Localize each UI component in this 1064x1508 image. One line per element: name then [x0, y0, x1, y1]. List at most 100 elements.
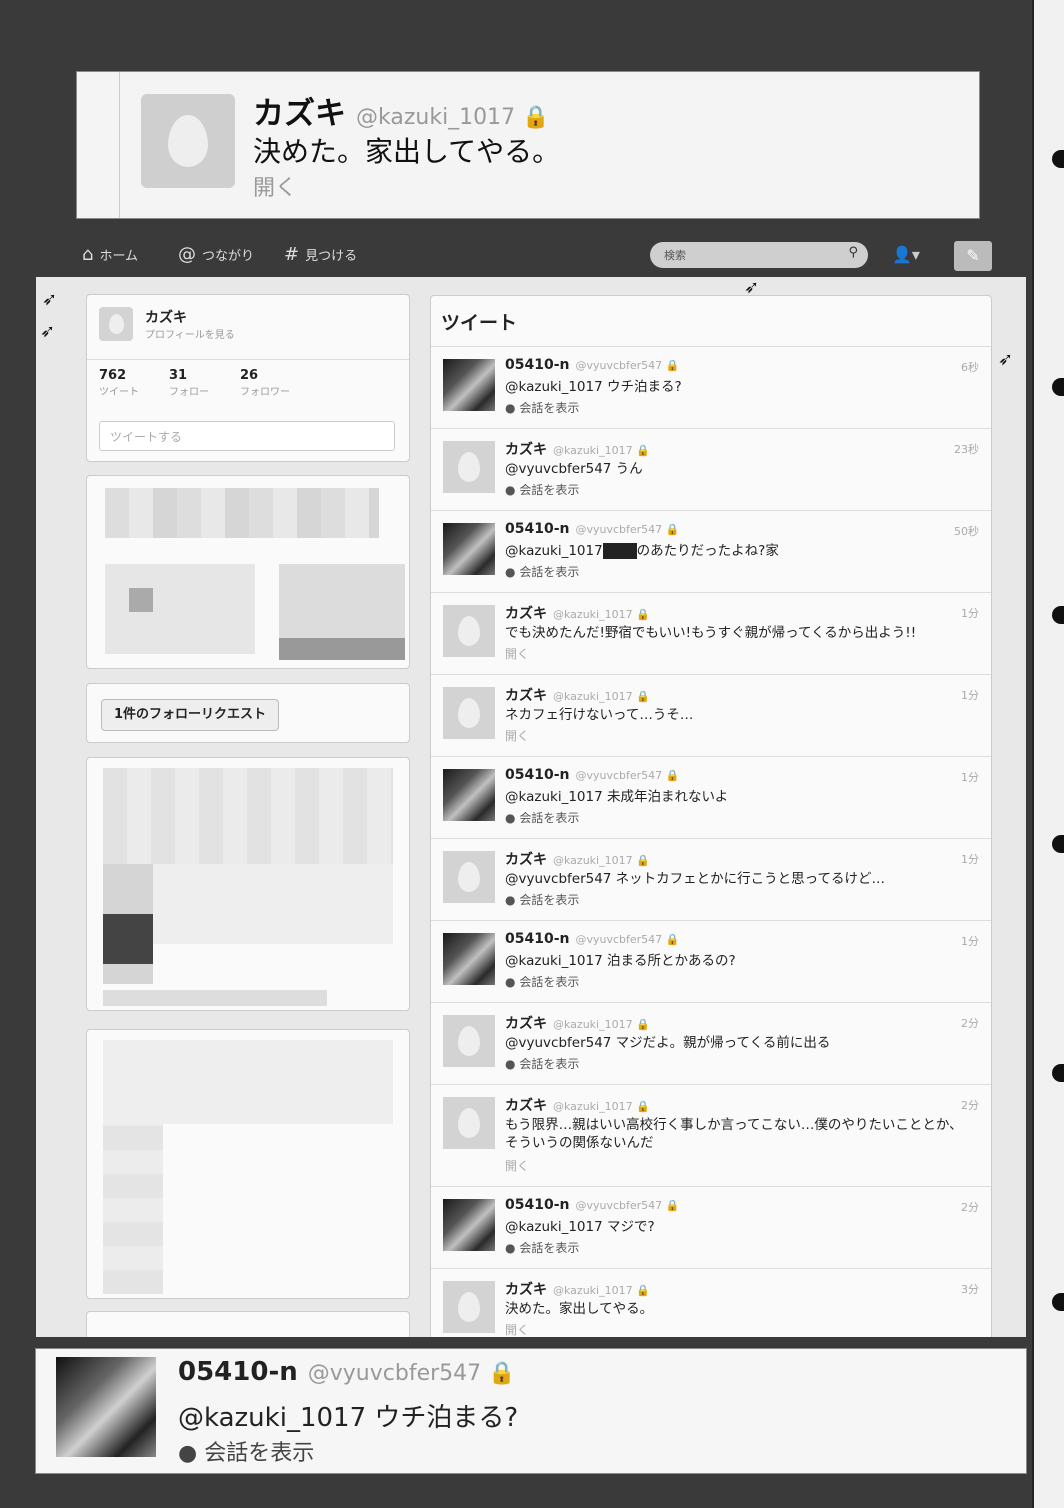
tweet-time[interactable]: 1分: [961, 933, 979, 949]
compose-icon[interactable]: ✎: [954, 241, 992, 271]
tweet-time[interactable]: 2分: [961, 1015, 979, 1031]
tweet-author-name[interactable]: カズキ: [505, 1016, 547, 1032]
follow-request-button[interactable]: 1件のフォローリクエスト: [101, 699, 280, 731]
tweet-time[interactable]: 1分: [961, 605, 979, 621]
tweet-author-handle[interactable]: @kazuki_1017: [553, 608, 633, 621]
tweet-time[interactable]: 2分: [961, 1199, 979, 1215]
view-profile-link[interactable]: プロフィールを見る: [145, 326, 235, 341]
tweet-item[interactable]: 05410-n @vyuvcbfer547 🔒 1分 @kazuki_1017 泊…: [431, 920, 991, 1002]
author-handle[interactable]: @vyuvcbfer547: [308, 1361, 481, 1386]
nav-home[interactable]: ⌂ ホーム: [82, 244, 138, 265]
tweet-time[interactable]: 6秒: [961, 359, 979, 375]
tweet-author-name[interactable]: カズキ: [505, 688, 547, 704]
tweet-author-name[interactable]: カズキ: [505, 852, 547, 868]
view-conversation-link[interactable]: 会話を表示: [519, 1241, 579, 1255]
tweet-item[interactable]: 05410-n @vyuvcbfer547 🔒 50秒 @kazuki_1017 の…: [431, 510, 991, 592]
tweet-time[interactable]: 1分: [961, 769, 979, 785]
tweet-author-handle[interactable]: @vyuvcbfer547: [575, 359, 662, 372]
tweet-item[interactable]: カズキ @kazuki_1017 🔒 1分 ネカフェ行けないって…うそ… 開く: [431, 674, 991, 756]
tweet-time[interactable]: 3分: [961, 1281, 979, 1297]
user-avatar-photo[interactable]: [443, 933, 495, 985]
open-link[interactable]: 開く: [505, 645, 529, 662]
tweet-time[interactable]: 2分: [961, 1097, 979, 1113]
author-handle[interactable]: @kazuki_1017 🔒: [356, 105, 550, 130]
view-conversation-link[interactable]: 会話を表示: [519, 893, 579, 907]
profile-avatar[interactable]: [99, 307, 133, 341]
tweet-item[interactable]: 05410-n @vyuvcbfer547 🔒 6秒 @kazuki_1017 ウ…: [431, 346, 991, 428]
tweet-author-handle[interactable]: @kazuki_1017: [553, 1018, 633, 1031]
egg-avatar[interactable]: [141, 94, 235, 188]
nav-discover[interactable]: # 見つける: [284, 244, 357, 265]
tweet-time[interactable]: 1分: [961, 687, 979, 703]
tweet-author[interactable]: 05410-n @vyuvcbfer547 🔒: [178, 1357, 516, 1387]
search-icon[interactable]: ⚲: [848, 245, 858, 260]
tweet-author-handle[interactable]: @vyuvcbfer547: [575, 769, 662, 782]
tweet-author-name[interactable]: カズキ: [505, 1282, 547, 1298]
user-avatar-photo[interactable]: [443, 523, 495, 575]
user-avatar-photo[interactable]: [443, 769, 495, 821]
mention-link[interactable]: @kazuki_1017: [505, 543, 603, 559]
view-conversation-link[interactable]: 会話を表示: [519, 565, 579, 579]
tweet-author-handle[interactable]: @kazuki_1017: [553, 1284, 633, 1297]
view-conversation[interactable]: ● 会話を表示: [178, 1435, 314, 1467]
tweet-author-name[interactable]: 05410-n: [505, 767, 569, 783]
user-avatar-photo[interactable]: [443, 1199, 495, 1251]
stat-following[interactable]: 31 フォロー: [169, 368, 209, 398]
view-conversation-link[interactable]: 会話を表示: [519, 811, 579, 825]
open-link[interactable]: 開く: [505, 1321, 529, 1337]
user-avatar-egg[interactable]: [443, 1015, 495, 1067]
tweet-author-handle[interactable]: @kazuki_1017: [553, 1100, 633, 1113]
tweet-item[interactable]: カズキ @kazuki_1017 🔒 3分 決めた。家出してやる。 開く: [431, 1268, 991, 1337]
tweet-author-name[interactable]: 05410-n: [505, 931, 569, 947]
view-conversation-link[interactable]: 会話を表示: [519, 483, 579, 497]
tweet-author-name[interactable]: 05410-n: [505, 1197, 569, 1213]
search-input[interactable]: 検索 ⚲: [650, 242, 868, 268]
handle-text[interactable]: @kazuki_1017: [356, 105, 515, 130]
profile-name[interactable]: カズキ: [145, 307, 187, 327]
open-link[interactable]: 開く: [505, 727, 529, 744]
tweet-item[interactable]: 05410-n @vyuvcbfer547 🔒 2分 @kazuki_1017 マ…: [431, 1186, 991, 1268]
user-avatar-egg[interactable]: [443, 441, 495, 493]
tweet-author-handle[interactable]: @kazuki_1017: [553, 854, 633, 867]
tweet-author-name[interactable]: カズキ: [505, 442, 547, 458]
open-link[interactable]: 開く: [253, 170, 297, 202]
user-avatar-egg[interactable]: [443, 605, 495, 657]
view-conversation-link[interactable]: 会話を表示: [519, 401, 579, 415]
tweet-item[interactable]: カズキ @kazuki_1017 🔒 2分 @vyuvcbfer547 マジだよ。…: [431, 1002, 991, 1084]
user-avatar-photo[interactable]: [443, 359, 495, 411]
tweet-author-handle[interactable]: @kazuki_1017: [553, 444, 633, 457]
tweet-author-name[interactable]: 05410-n: [505, 521, 569, 537]
compose-tweet-input[interactable]: ツイートする: [99, 421, 395, 451]
view-conversation-link[interactable]: 会話を表示: [204, 1441, 314, 1466]
tweet-author-handle[interactable]: @vyuvcbfer547: [575, 1199, 662, 1212]
user-avatar-egg[interactable]: [443, 851, 495, 903]
user-menu-icon[interactable]: 👤▾: [892, 245, 920, 264]
tweet-time[interactable]: 1分: [961, 851, 979, 867]
view-conversation-link[interactable]: 会話を表示: [519, 1057, 579, 1071]
tweet-item[interactable]: カズキ @kazuki_1017 🔒 23秒 @vyuvcbfer547 うん ●…: [431, 428, 991, 510]
tweet-item[interactable]: カズキ @kazuki_1017 🔒 2分 もう限界…親はいい高校行く事しか言って…: [431, 1084, 991, 1186]
user-avatar-egg[interactable]: [443, 1097, 495, 1149]
author-name[interactable]: 05410-n: [178, 1357, 298, 1387]
user-avatar-egg[interactable]: [443, 1281, 495, 1333]
tweet-item[interactable]: 05410-n @vyuvcbfer547 🔒 1分 @kazuki_1017 未…: [431, 756, 991, 838]
tweet-author-handle[interactable]: @vyuvcbfer547: [575, 523, 662, 536]
user-avatar-photo[interactable]: [56, 1357, 156, 1457]
tweet-author-handle[interactable]: @kazuki_1017: [553, 690, 633, 703]
stat-tweets[interactable]: 762 ツイート: [99, 368, 139, 398]
tweet-time[interactable]: 50秒: [954, 523, 979, 539]
tweet-time[interactable]: 23秒: [954, 441, 979, 457]
author-name[interactable]: カズキ: [253, 96, 346, 132]
open-link[interactable]: 開く: [505, 1157, 529, 1174]
tweet-item[interactable]: カズキ @kazuki_1017 🔒 1分 でも決めたんだ!野宿でもいい!もうすぐ…: [431, 592, 991, 674]
nav-connect[interactable]: @ つながり: [178, 244, 254, 265]
user-avatar-egg[interactable]: [443, 687, 495, 739]
tweet-author-handle[interactable]: @vyuvcbfer547: [575, 933, 662, 946]
tweet-item[interactable]: カズキ @kazuki_1017 🔒 1分 @vyuvcbfer547 ネットカフ…: [431, 838, 991, 920]
stat-followers[interactable]: 26 フォロワー: [240, 368, 290, 398]
view-conversation-link[interactable]: 会話を表示: [519, 975, 579, 989]
tweet-author-name[interactable]: カズキ: [505, 1098, 547, 1114]
tweet-author[interactable]: カズキ @kazuki_1017 🔒: [253, 88, 550, 133]
tweet-author-name[interactable]: カズキ: [505, 606, 547, 622]
tweet-author-name[interactable]: 05410-n: [505, 357, 569, 373]
